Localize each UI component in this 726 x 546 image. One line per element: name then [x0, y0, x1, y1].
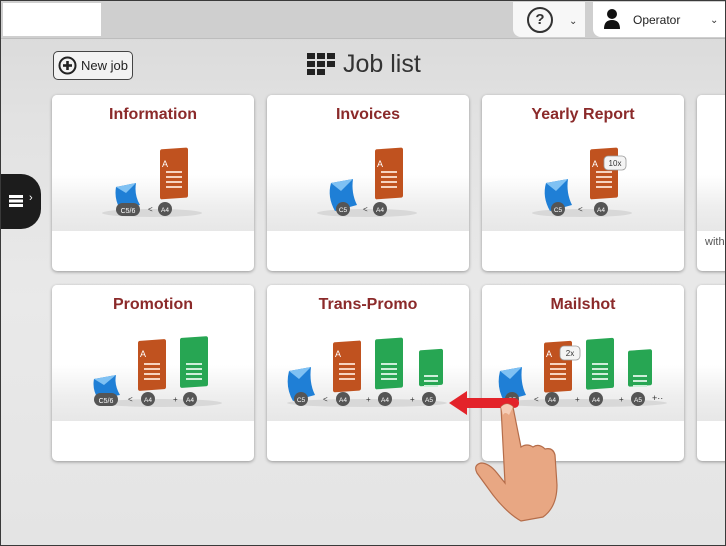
- envelope-size-badge: C5: [554, 207, 563, 214]
- job-title: Promotion: [113, 296, 193, 313]
- job-illustration: A C5/6 < A4: [102, 147, 202, 217]
- svg-text:A: A: [162, 159, 168, 169]
- help-button[interactable]: ? ⌄: [513, 2, 585, 37]
- page-title: Job list: [343, 50, 421, 78]
- envelope-size-badge: C5: [339, 207, 348, 214]
- job-illustration: A 10x C5 < A4: [532, 147, 632, 217]
- multiplier-badge: 2x: [566, 349, 574, 358]
- insert-size-badge: A4: [592, 397, 600, 404]
- svg-text:<: <: [148, 205, 153, 214]
- job-title: Trans-Promo: [318, 296, 418, 313]
- svg-text:A: A: [140, 349, 146, 359]
- swipe-hand-icon: [449, 391, 558, 522]
- insert-size-badge: A4: [144, 397, 152, 404]
- svg-text:<: <: [363, 205, 368, 214]
- app-window: ? ⌄ Operator ⌄ New job Job list › Inform…: [0, 0, 726, 546]
- top-left-panel: [3, 3, 101, 36]
- insert-size-badge: A4: [161, 207, 169, 214]
- svg-text:A: A: [592, 159, 598, 169]
- job-title: Invoices: [335, 106, 401, 123]
- svg-text:+: +: [366, 395, 371, 404]
- job-card[interactable]: Invoices A C5 < A4: [267, 95, 469, 271]
- insert-size-badge: A5: [425, 397, 433, 404]
- svg-text:+: +: [575, 395, 580, 404]
- job-card-partial[interactable]: with: [697, 95, 725, 271]
- insert-size-badge: A4: [597, 207, 605, 214]
- new-job-button[interactable]: New job: [53, 51, 133, 80]
- job-card[interactable]: Promotion A C5/6 < A4 + A4: [52, 285, 254, 461]
- user-menu-button[interactable]: Operator ⌄: [593, 2, 725, 37]
- new-job-label: New job: [81, 58, 128, 73]
- chevron-down-icon: ⌄: [569, 16, 578, 27]
- svg-text:<: <: [578, 205, 583, 214]
- svg-text:A: A: [335, 349, 341, 359]
- svg-text:A: A: [546, 349, 552, 359]
- envelope-size-badge: C5/6: [121, 208, 136, 215]
- job-card[interactable]: Yearly Report A 10x C5 < A4: [482, 95, 684, 271]
- svg-text:+: +: [410, 395, 415, 404]
- user-label: Operator: [633, 13, 681, 27]
- job-card-partial[interactable]: [697, 285, 725, 461]
- insert-size-badge: A4: [376, 207, 384, 214]
- insert-size-badge: A4: [186, 397, 194, 404]
- job-title: Information: [109, 106, 197, 123]
- job-title: Yearly Report: [531, 106, 635, 123]
- job-card[interactable]: Trans-Promo A C5 < A4 + A4 + A5: [267, 285, 469, 461]
- plus-circle-icon: [58, 56, 77, 75]
- chevron-right-icon: ›: [29, 192, 33, 204]
- insert-size-badge: A4: [381, 397, 389, 404]
- help-icon: ?: [527, 7, 553, 33]
- multiplier-badge: 10x: [609, 159, 622, 168]
- svg-text:<: <: [323, 395, 328, 404]
- job-illustration: A C5/6 < A4 + A4: [93, 336, 222, 407]
- svg-text:A: A: [377, 159, 383, 169]
- chevron-down-icon: ⌄: [710, 15, 719, 26]
- svg-text:+: +: [619, 395, 624, 404]
- envelope-size-badge: C5: [297, 397, 306, 404]
- list-icon: [9, 195, 23, 207]
- svg-text:+··: +··: [652, 393, 663, 403]
- job-illustration: A C5 < A4: [317, 147, 417, 217]
- grid-icon: [307, 53, 335, 75]
- top-bar: ? ⌄ Operator ⌄: [1, 1, 725, 39]
- job-title: Mailshot: [550, 296, 616, 313]
- user-icon: [604, 9, 620, 29]
- svg-text:<: <: [128, 395, 133, 404]
- job-illustration: A C5 < A4 + A4 + A5: [287, 337, 447, 407]
- job-description: with: [705, 236, 725, 248]
- insert-size-badge: A5: [634, 397, 642, 404]
- insert-size-badge: A4: [339, 397, 347, 404]
- job-card[interactable]: Information A C5/6 < A4: [52, 95, 254, 271]
- sidebar-toggle[interactable]: ›: [1, 174, 41, 229]
- envelope-size-badge: C5/6: [99, 398, 114, 405]
- svg-text:+: +: [173, 395, 178, 404]
